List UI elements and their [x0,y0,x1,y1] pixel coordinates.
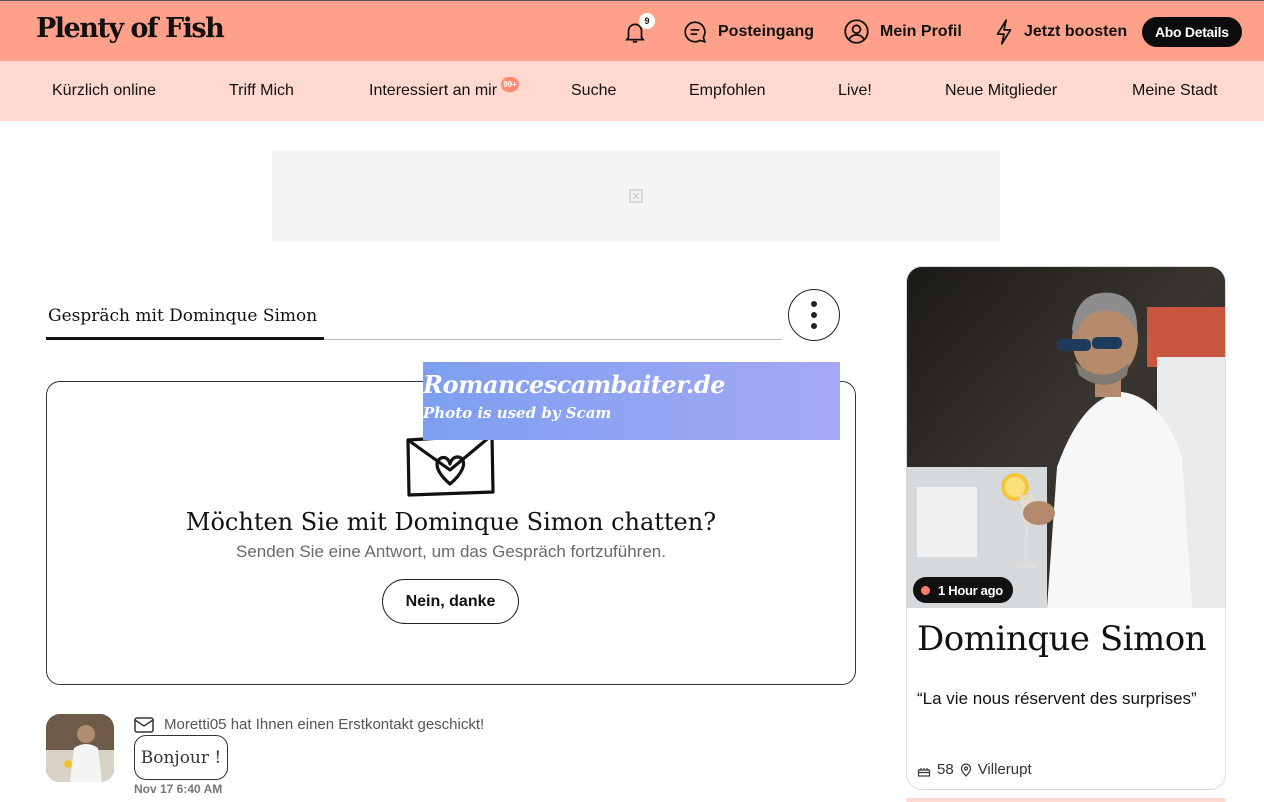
envelope-icon [134,716,154,733]
notification-count-badge: 9 [639,13,655,29]
profile-age: 58 [937,761,954,778]
nav-recently-online[interactable]: Kürzlich online [52,61,156,121]
avatar-photo [46,714,114,782]
my-profile-link[interactable]: Mein Profil [843,1,962,62]
watermark-overlay: Romancescambaiter.de Photo is used by Sc… [423,362,840,440]
profile-photo-image [907,267,1225,608]
location-pin-icon [960,762,971,777]
active-tab-indicator [46,337,324,340]
watermark-caption: Photo is used by Scam [423,404,612,422]
nav-meet-me[interactable]: Triff Mich [229,61,294,121]
more-options-button[interactable] [788,289,840,341]
heart-envelope-icon [406,433,495,497]
top-header: Plenty of Fish 9 Posteingang Mein Profil… [0,0,1264,61]
nav-live[interactable]: Live! [838,61,872,121]
sender-avatar[interactable] [46,714,114,782]
interested-count-badge: 99+ [501,77,519,92]
last-online-text: 1 Hour ago [938,582,1003,598]
profile-name[interactable]: Dominque Simon [917,619,1207,659]
message-bubble: Bonjour ! [134,735,228,780]
nav-new-members[interactable]: Neue Mitglieder [945,61,1057,121]
last-online-badge: 1 Hour ago [913,577,1013,603]
nav-recommended[interactable]: Empfohlen [689,61,766,121]
conversation-tab[interactable]: Gespräch mit Dominque Simon [48,306,317,326]
message-header-text: Moretti05 hat Ihnen einen Erstkontakt ge… [164,716,485,733]
profile-label: Mein Profil [880,22,962,40]
profile-meta: 58 Villerupt [917,761,1032,778]
boost-link[interactable]: Jetzt boosten [994,1,1127,62]
profile-card[interactable]: 1 Hour ago Dominque Simon “La vie nous r… [906,266,1226,790]
profile-photo[interactable] [907,267,1225,608]
abo-details-button[interactable]: Abo Details [1142,17,1242,47]
nav-interested-in-me[interactable]: Interessiert an mir [369,61,497,121]
cake-icon [917,767,931,777]
chat-prompt-heading: Möchten Sie mit Dominque Simon chatten? [185,508,717,536]
site-logo[interactable]: Plenty of Fish [36,13,225,44]
profile-city: Villerupt [977,761,1032,778]
notifications-button[interactable] [622,1,648,62]
watermark-title: Romancescambaiter.de [423,370,725,399]
message-header: Moretti05 hat Ihnen einen Erstkontakt ge… [134,716,484,733]
user-circle-icon [844,19,869,44]
nav-search[interactable]: Suche [571,61,616,121]
kebab-dot [811,312,817,318]
profile-quote: “La vie nous réservent des surprises” [917,689,1197,708]
nav-my-city[interactable]: Meine Stadt [1132,61,1217,121]
broken-image-icon [629,189,643,203]
chat-bubble-icon [684,20,707,43]
message-timestamp: Nov 17 6:40 AM [134,782,223,796]
chat-prompt-subtext: Senden Sie eine Antwort, um das Gespräch… [236,542,666,561]
lightning-icon [996,18,1012,45]
status-dot [921,585,930,595]
card-footer-strip [906,798,1226,802]
ad-banner[interactable] [272,151,1000,241]
kebab-dot [811,301,817,307]
decline-button[interactable]: Nein, danke [382,579,519,624]
inbox-label: Posteingang [718,22,815,40]
kebab-dot [811,323,817,329]
inbox-link[interactable]: Posteingang [682,1,814,62]
secondary-nav: Kürzlich online Triff Mich Interessiert … [0,61,1264,121]
boost-label: Jetzt boosten [1024,22,1128,40]
